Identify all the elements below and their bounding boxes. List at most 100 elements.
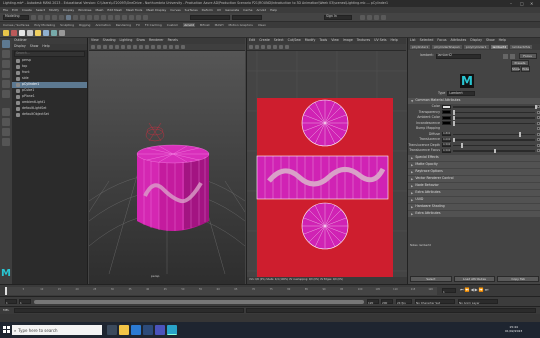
smooth-shade-icon[interactable] bbox=[139, 45, 143, 49]
maya-taskbar-icon[interactable] bbox=[167, 325, 177, 335]
render-view-icon[interactable] bbox=[3, 29, 9, 36]
textured-icon[interactable] bbox=[151, 45, 155, 49]
modeling-toolkit-icon[interactable] bbox=[360, 14, 365, 20]
type-dropdown[interactable]: Lambert bbox=[447, 91, 476, 96]
uv-checker-icon[interactable] bbox=[255, 45, 259, 49]
uv-menu-textures[interactable]: Textures bbox=[357, 39, 370, 42]
shelf-tab-motion-graphics[interactable]: Motion Graphics bbox=[228, 23, 252, 27]
isolate-select-icon[interactable] bbox=[175, 45, 179, 49]
snap-point-icon[interactable] bbox=[101, 14, 106, 20]
menu-deform[interactable]: Deform bbox=[202, 8, 213, 12]
ae-menu-show[interactable]: Show bbox=[486, 39, 495, 42]
anim-start-field[interactable]: 1 bbox=[5, 299, 17, 304]
go-to-start-icon[interactable]: ⏮ bbox=[460, 288, 464, 292]
menu-surfaces[interactable]: Surfaces bbox=[185, 8, 198, 12]
attribute-slider[interactable] bbox=[453, 137, 535, 142]
menu-mesh-tools[interactable]: Mesh Tools bbox=[126, 8, 142, 12]
redo-icon[interactable] bbox=[59, 14, 64, 20]
outliner-menu-help[interactable]: Help bbox=[42, 45, 49, 48]
collapsed-section[interactable]: ▶ Hardware Shading bbox=[408, 203, 540, 210]
physical-sky-icon[interactable] bbox=[43, 29, 49, 36]
shelf-tab-sculpting[interactable]: Sculpting bbox=[60, 23, 74, 27]
color-swatch[interactable] bbox=[442, 104, 451, 109]
single-view-icon[interactable] bbox=[2, 108, 10, 116]
slider-handle[interactable] bbox=[518, 132, 521, 137]
uv-bottom-cap-shell[interactable] bbox=[301, 202, 349, 250]
uv-menu-modify[interactable]: Modify bbox=[305, 39, 316, 42]
pcylinder-mesh[interactable] bbox=[136, 144, 210, 231]
ae-tab-transform[interactable]: pCylinder1 bbox=[410, 45, 431, 49]
image-plane-icon[interactable] bbox=[109, 45, 113, 49]
menu-select[interactable]: Select bbox=[36, 8, 45, 12]
mode-dropdown[interactable]: Modeling bbox=[3, 14, 29, 20]
outliner-item[interactable]: defaultObjectSet bbox=[12, 112, 87, 118]
step-back-icon[interactable]: ⏪ bbox=[465, 288, 470, 292]
show-button[interactable]: Show bbox=[511, 66, 520, 72]
select-by-object-icon[interactable] bbox=[73, 14, 78, 20]
area-light-icon[interactable] bbox=[19, 29, 25, 36]
render-settings-icon[interactable] bbox=[129, 14, 134, 20]
four-view-icon[interactable] bbox=[2, 118, 10, 126]
uv-canvas[interactable] bbox=[247, 51, 407, 277]
wireframe-icon[interactable] bbox=[133, 45, 137, 49]
symmetry-field[interactable] bbox=[190, 14, 230, 20]
input-connection-icon[interactable] bbox=[502, 53, 508, 59]
shelf-tab-rendering[interactable]: Rendering bbox=[116, 23, 131, 27]
menu-windows[interactable]: Windows bbox=[78, 8, 91, 12]
uv-shell-select-icon[interactable] bbox=[249, 45, 253, 49]
xray-icon[interactable] bbox=[181, 45, 185, 49]
camera-select-icon[interactable] bbox=[91, 45, 95, 49]
menu-help[interactable]: Help bbox=[270, 8, 277, 12]
shelf-tab-rigging[interactable]: Rigging bbox=[79, 23, 90, 27]
uv-menu-edit[interactable]: Edit bbox=[249, 39, 255, 42]
snap-grid-icon[interactable] bbox=[87, 14, 92, 20]
select-tool-icon[interactable] bbox=[2, 40, 10, 48]
time-slider[interactable]: 1510152025303540455055606570758085909510… bbox=[0, 284, 540, 296]
wireframe-on-shaded-icon[interactable] bbox=[145, 45, 149, 49]
step-forward-icon[interactable]: ⏩ bbox=[479, 288, 484, 292]
scale-tool-icon[interactable] bbox=[2, 90, 10, 98]
shadows-icon[interactable] bbox=[163, 45, 167, 49]
slider-handle[interactable] bbox=[494, 148, 496, 153]
uv-menu-help[interactable]: Help bbox=[391, 39, 398, 42]
ambient-occlusion-icon[interactable] bbox=[169, 45, 173, 49]
copy-tab-button[interactable]: Copy Tab bbox=[497, 276, 540, 282]
attribute-value-field[interactable]: 0.500 bbox=[442, 148, 451, 153]
file-explorer-icon[interactable] bbox=[119, 325, 129, 335]
viewport-menu-renderer[interactable]: Renderer bbox=[149, 39, 164, 42]
outliner-menu-display[interactable]: Display bbox=[14, 45, 26, 48]
play-forward-icon[interactable]: ▶ bbox=[475, 288, 478, 292]
flush-cache-icon[interactable] bbox=[59, 29, 65, 36]
shelf-tab-arnold[interactable]: Arnold bbox=[183, 23, 195, 27]
menu-uv[interactable]: UV bbox=[217, 8, 221, 12]
hypershade-icon[interactable] bbox=[136, 14, 141, 20]
select-by-component-icon[interactable] bbox=[80, 14, 85, 20]
fps-dropdown[interactable]: 24 fps bbox=[396, 299, 412, 304]
anim-end-field[interactable]: 200 bbox=[381, 299, 393, 304]
undo-icon[interactable] bbox=[52, 14, 57, 20]
menu-curves[interactable]: Curves bbox=[170, 8, 180, 12]
viewport-menu-view[interactable]: View bbox=[91, 39, 99, 42]
new-scene-icon[interactable] bbox=[31, 14, 36, 20]
slider-handle[interactable] bbox=[453, 137, 455, 142]
shelf-tab-fx-caching[interactable]: FX Caching bbox=[145, 23, 162, 27]
uv-side-shell[interactable] bbox=[256, 155, 389, 200]
load-attributes-button[interactable]: Load Attributes bbox=[453, 276, 496, 282]
anim-layer-dropdown[interactable]: No Anim Layer bbox=[458, 299, 498, 304]
select-by-hierarchy-icon[interactable] bbox=[66, 14, 71, 20]
attribute-slider[interactable] bbox=[453, 132, 535, 137]
perspective-viewport[interactable]: View Shading Lighting Show Renderer Pane… bbox=[89, 38, 245, 284]
menu-cache[interactable]: Cache bbox=[243, 8, 252, 12]
paint-select-tool-icon[interactable] bbox=[2, 60, 10, 68]
menu-modify[interactable]: Modify bbox=[49, 8, 59, 12]
ipr-render-icon[interactable] bbox=[122, 14, 127, 20]
character-set-dropdown[interactable]: No Character Set bbox=[415, 299, 455, 304]
lasso-tool-icon[interactable] bbox=[2, 50, 10, 58]
ae-menu-display[interactable]: Display bbox=[470, 39, 482, 42]
ae-menu-attributes[interactable]: Attributes bbox=[451, 39, 467, 42]
uv-menu-view[interactable]: View bbox=[331, 39, 339, 42]
mel-label[interactable]: MEL bbox=[3, 309, 9, 312]
viewport-menu-show[interactable]: Show bbox=[136, 39, 145, 42]
collapsed-section[interactable]: ▶ Special Effects bbox=[408, 154, 540, 161]
shelf-tab-custom[interactable]: Custom bbox=[167, 23, 179, 27]
